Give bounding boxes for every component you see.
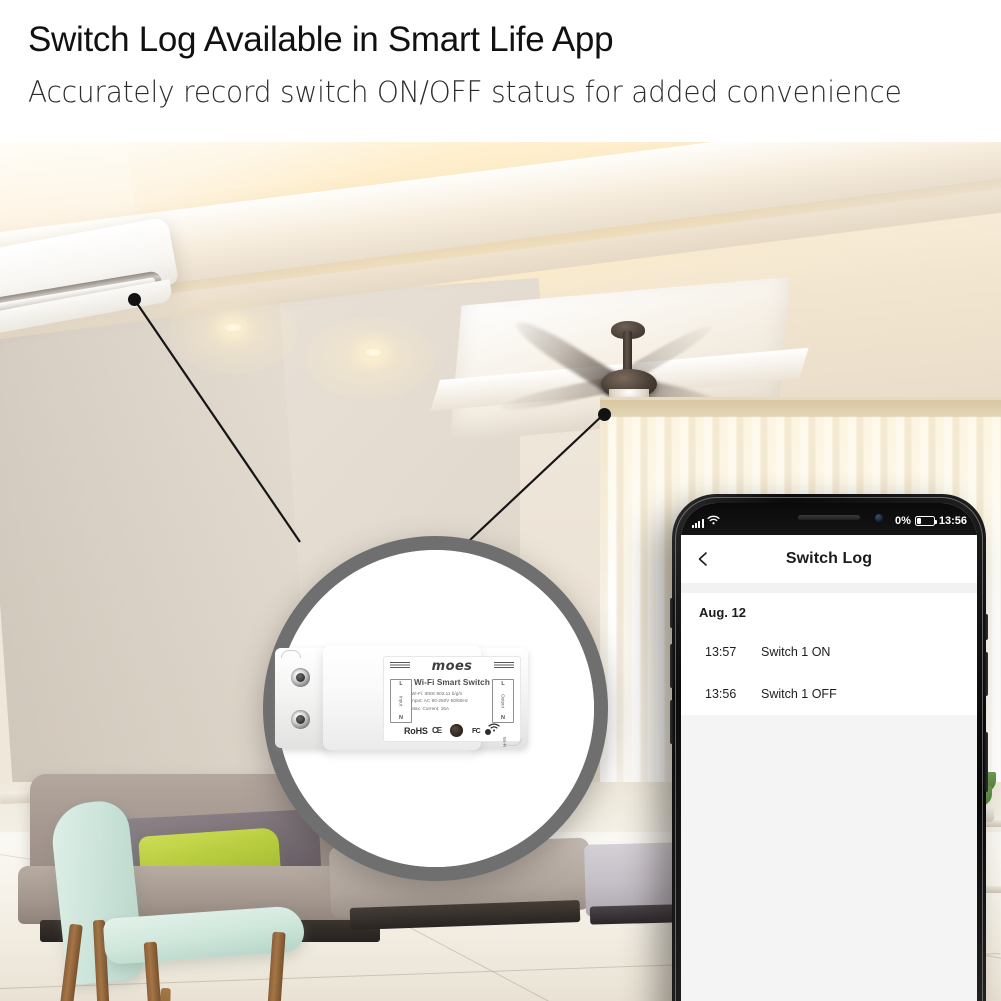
screw-core xyxy=(296,715,305,724)
page-subtitle: Accurately record switch ON/OFF status f… xyxy=(28,75,902,109)
status-bar: 0% 13:56 xyxy=(681,512,977,530)
phone-power-button[interactable] xyxy=(984,732,988,792)
log-entry-event: Switch 1 ON xyxy=(761,645,831,659)
output-label: Output xyxy=(500,694,506,708)
battery-icon xyxy=(914,516,938,526)
log-entry-event: Switch 1 OFF xyxy=(761,687,837,701)
wifi-icon xyxy=(488,719,500,732)
input-label: Input xyxy=(398,695,404,707)
output-live-label: L xyxy=(501,681,505,687)
log-entry-time: 13:56 xyxy=(705,687,737,701)
app-bar-title: Switch Log xyxy=(785,550,873,567)
header-banner: Switch Log Available in Smart Life App A… xyxy=(0,0,1001,142)
phone-volume-down-button[interactable] xyxy=(984,652,988,696)
log-entry-time: 13:57 xyxy=(705,645,737,659)
fcc-mark: FC xyxy=(472,728,481,735)
page-title: Switch Log Available in Smart Life App xyxy=(28,20,614,59)
wifi-icon xyxy=(706,515,720,528)
chevron-left-icon xyxy=(698,552,707,566)
terminal-screw xyxy=(291,710,310,729)
phone-screen: 0% 13:56 Switch Log Aug. 12 13:57 Switch… xyxy=(681,503,977,1001)
device-specs: Wi-Fi: IEEE 802.11 b/g/n Input: AC 90-25… xyxy=(411,690,468,712)
list-section-gap xyxy=(681,583,977,593)
spec-wifi: Wi-Fi: IEEE 802.11 b/g/n xyxy=(411,691,463,696)
connector-dot-ac xyxy=(128,293,141,306)
empty-list-area xyxy=(681,715,977,1001)
log-date-label: Aug. 12 xyxy=(699,604,746,620)
smartphone: 0% 13:56 Switch Log Aug. 12 13:57 Switch… xyxy=(670,494,988,1001)
phone-left-button[interactable] xyxy=(670,598,674,628)
list-item[interactable]: 13:57 Switch 1 ON xyxy=(681,631,977,673)
product-infographic: Switch Log Available in Smart Life App A… xyxy=(0,0,1001,1001)
brand-logo: moes xyxy=(431,659,473,674)
battery-percent-label: 0% xyxy=(894,515,911,527)
signal-bars-icon xyxy=(692,518,704,528)
reset-button[interactable] xyxy=(450,724,463,737)
phone-volume-up-button[interactable] xyxy=(984,614,988,640)
terminal-screw xyxy=(291,668,310,687)
status-bar-left xyxy=(692,515,720,528)
output-terminal-block: L Output N xyxy=(492,679,514,723)
device-label: moes Wi-Fi Smart Switch Wi-Fi: IEEE 802.… xyxy=(383,656,521,747)
device-notch xyxy=(281,650,301,658)
switch-log-list: 13:57 Switch 1 ON 13:56 Switch 1 OFF xyxy=(681,631,977,715)
spec-input: Input: AC 90-250V 50/60Hz xyxy=(411,698,469,704)
phone-left-button[interactable] xyxy=(670,700,674,744)
spec-current: Max. Current: 16A xyxy=(411,705,450,711)
input-terminal-block: L Input N xyxy=(390,679,412,723)
phone-left-button[interactable] xyxy=(670,644,674,688)
list-item[interactable]: 13:56 Switch 1 OFF xyxy=(681,673,977,715)
screw-core xyxy=(296,673,305,682)
rohs-mark: RoHS xyxy=(404,726,428,736)
connector-dot-fan xyxy=(598,408,611,421)
wifi-smart-switch-device: moes Wi-Fi Smart Switch Wi-Fi: IEEE 802.… xyxy=(275,646,528,750)
room-photo: moes Wi-Fi Smart Switch Wi-Fi: IEEE 802.… xyxy=(0,142,1001,1001)
app-bar: Switch Log xyxy=(681,535,977,583)
status-bar-clock: 13:56 xyxy=(938,515,967,527)
input-live-label: L xyxy=(399,681,403,687)
ce-mark: CE xyxy=(432,726,442,735)
input-neutral-label: N xyxy=(399,715,403,721)
back-button[interactable] xyxy=(695,551,711,567)
wifi-side-text: Wi-Fi xyxy=(502,737,507,748)
status-bar-right: 0% 13:56 xyxy=(895,515,967,527)
device-body: moes Wi-Fi Smart Switch Wi-Fi: IEEE 802.… xyxy=(323,646,521,750)
log-date-header: Aug. 12 xyxy=(681,593,977,632)
